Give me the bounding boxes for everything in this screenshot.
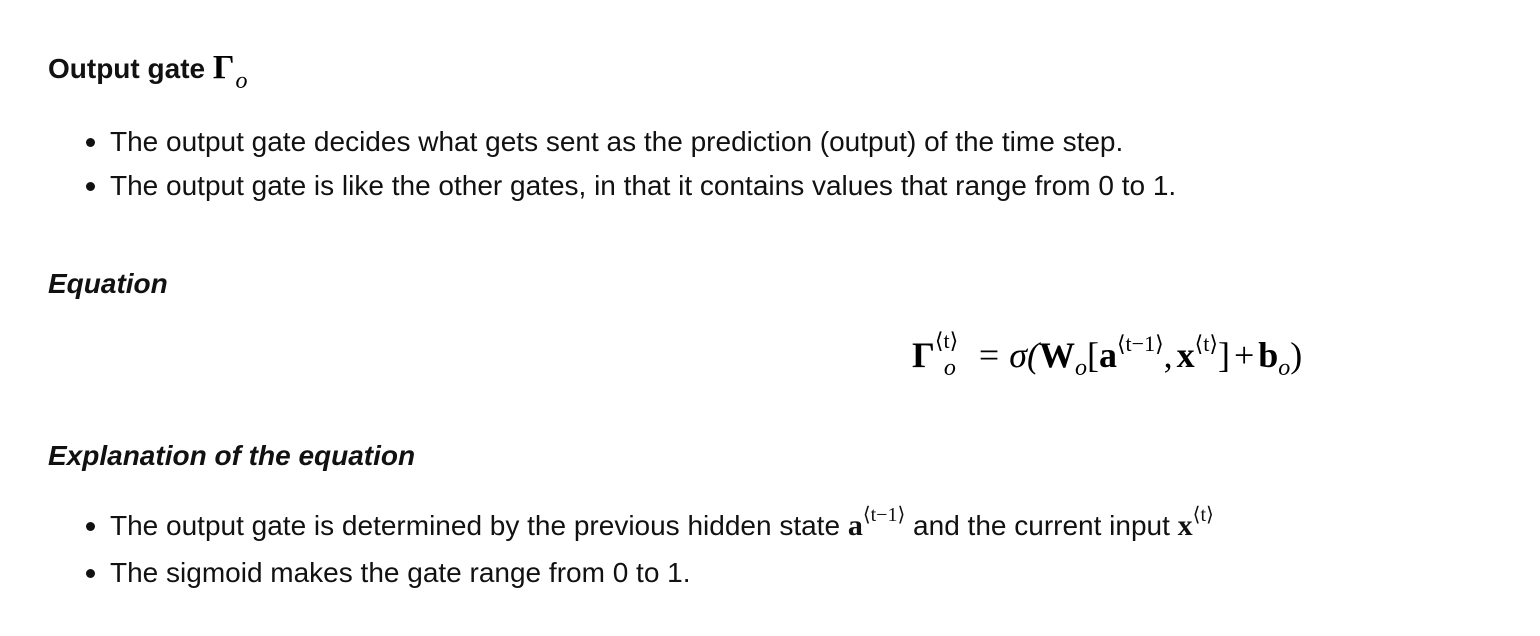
explanation-heading: Explanation of the equation — [48, 440, 416, 471]
explanation-list: The output gate is determined by the pre… — [78, 504, 1214, 595]
explanation-text-middle: and the current input — [905, 510, 1178, 541]
list-item: The output gate decides what gets sent a… — [78, 120, 1176, 164]
eq-plus: + — [1233, 335, 1255, 375]
eq-x-superscript: ⟨t⟩ — [1194, 331, 1218, 356]
inline-a-symbol: a — [847, 509, 863, 542]
gate-symbol: Γ — [212, 49, 235, 86]
eq-gamma-superscript: ⟨t⟩ — [934, 328, 959, 353]
description-list: The output gate decides what gets sent a… — [78, 120, 1176, 208]
output-gate-equation: Γ ⟨t⟩ o = σ(Wo[a⟨t−1⟩, x⟨t⟩] + bo) — [912, 330, 1302, 385]
eq-close-paren: ) — [1290, 335, 1303, 375]
eq-a-superscript: ⟨t−1⟩ — [1116, 331, 1164, 356]
equation-heading: Equation — [48, 268, 168, 299]
eq-bias: b — [1258, 335, 1279, 375]
list-item: The sigmoid makes the gate range from 0 … — [78, 551, 1214, 595]
eq-gamma: Γ — [912, 335, 935, 375]
list-item: The output gate is like the other gates,… — [78, 164, 1176, 208]
eq-open-bracket: [ — [1086, 335, 1099, 375]
eq-gamma-subscript: o — [943, 355, 956, 381]
gate-subscript: o — [235, 68, 248, 94]
section-heading-text: Output gate — [48, 53, 213, 84]
section-heading-output-gate: Output gate Γo — [48, 49, 248, 95]
eq-comma: , — [1163, 335, 1173, 375]
eq-close-bracket: ] — [1217, 335, 1230, 375]
eq-sigma: σ( — [1009, 335, 1039, 375]
eq-a: a — [1098, 335, 1117, 375]
eq-weight: W — [1038, 335, 1075, 375]
explanation-text-before: The output gate is determined by the pre… — [110, 510, 848, 541]
eq-equals: = — [978, 335, 1000, 375]
inline-math-a: a⟨t−1⟩ — [847, 504, 905, 542]
list-item: The output gate is determined by the pre… — [78, 504, 1214, 551]
eq-weight-subscript: o — [1074, 355, 1087, 381]
inline-a-superscript: ⟨t−1⟩ — [862, 504, 906, 526]
inline-x-symbol: x — [1177, 509, 1193, 542]
eq-x: x — [1176, 335, 1195, 375]
inline-math-x: x⟨t⟩ — [1177, 504, 1214, 542]
inline-x-superscript: ⟨t⟩ — [1192, 504, 1214, 526]
eq-bias-subscript: o — [1278, 355, 1291, 381]
notebook-markdown-cell: Output gate Γo The output gate decides w… — [0, 0, 1540, 636]
eq-gamma-scripts: ⟨t⟩ o — [934, 328, 969, 381]
